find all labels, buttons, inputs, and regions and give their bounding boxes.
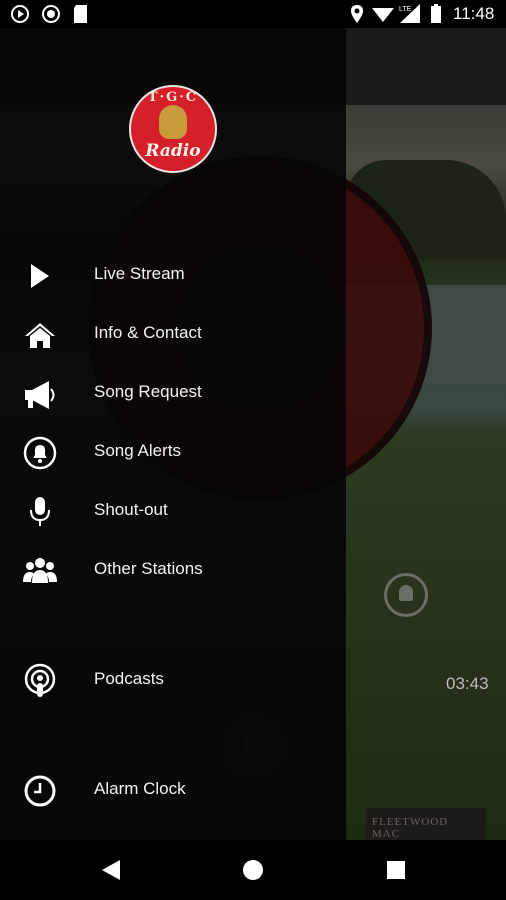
logo-bottom-text: Radio — [145, 141, 201, 161]
bell-icon — [22, 435, 58, 471]
menu-item-song-alerts[interactable]: Song Alerts — [0, 425, 346, 481]
station-logo: T·G·C Radio — [129, 85, 217, 173]
status-bar: LTE 11:48 — [0, 0, 506, 28]
menu-item-other-stations[interactable]: Other Stations — [0, 543, 346, 599]
menu-item-info-contact[interactable]: Info & Contact — [0, 307, 346, 363]
album-art: FLEETWOOD MAC — [366, 808, 486, 842]
back-button[interactable] — [102, 860, 120, 880]
record-icon — [42, 5, 60, 23]
location-icon — [351, 5, 363, 23]
recents-button[interactable] — [387, 861, 405, 879]
wifi-icon — [372, 8, 394, 22]
status-icons: LTE — [11, 4, 441, 23]
users-icon — [22, 553, 58, 589]
sd-card-icon — [74, 5, 87, 23]
system-navigation-bar — [0, 840, 506, 900]
recents-icon — [387, 861, 405, 879]
microphone-icon — [22, 494, 58, 530]
menu-item-label: Live Stream — [94, 264, 185, 283]
home-circle-icon — [243, 860, 263, 880]
menu-item-shout-out[interactable]: Shout-out — [0, 484, 346, 540]
logo-top-text: T·G·C — [147, 90, 199, 105]
menu-item-label: Song Request — [94, 382, 202, 401]
media-play-icon — [11, 5, 29, 23]
back-icon — [102, 860, 120, 880]
podcast-icon — [22, 663, 58, 699]
microphone-logo-icon — [159, 105, 187, 139]
cell-signal-icon: LTE — [399, 4, 420, 23]
clock-icon — [22, 773, 58, 809]
menu-item-label: Info & Contact — [94, 323, 202, 342]
menu-item-alarm-clock[interactable]: Alarm Clock — [0, 763, 346, 819]
menu-item-song-request[interactable]: Song Request — [0, 366, 346, 422]
elapsed-time: 03:43 — [446, 674, 489, 693]
menu-item-label: Alarm Clock — [94, 779, 186, 798]
menu-item-podcasts[interactable]: Podcasts — [0, 653, 346, 709]
bell-icon — [399, 585, 413, 601]
menu-item-label: Podcasts — [94, 669, 164, 688]
play-icon — [22, 258, 58, 294]
menu-item-live-stream[interactable]: Live Stream — [0, 248, 346, 304]
menu-item-label: Song Alerts — [94, 441, 181, 460]
home-button[interactable] — [243, 860, 263, 880]
navigation-drawer: T·G·C Radio Live Stream Info & Contact S… — [0, 0, 346, 840]
menu-item-label: Other Stations — [94, 559, 203, 578]
megaphone-icon — [22, 376, 58, 412]
menu-item-label: Shout-out — [94, 500, 168, 519]
svg-text:LTE: LTE — [399, 6, 412, 13]
song-alert-bell-button[interactable] — [384, 573, 428, 617]
home-icon — [22, 317, 58, 353]
status-time: 11:48 — [453, 4, 495, 23]
battery-icon — [431, 4, 441, 23]
